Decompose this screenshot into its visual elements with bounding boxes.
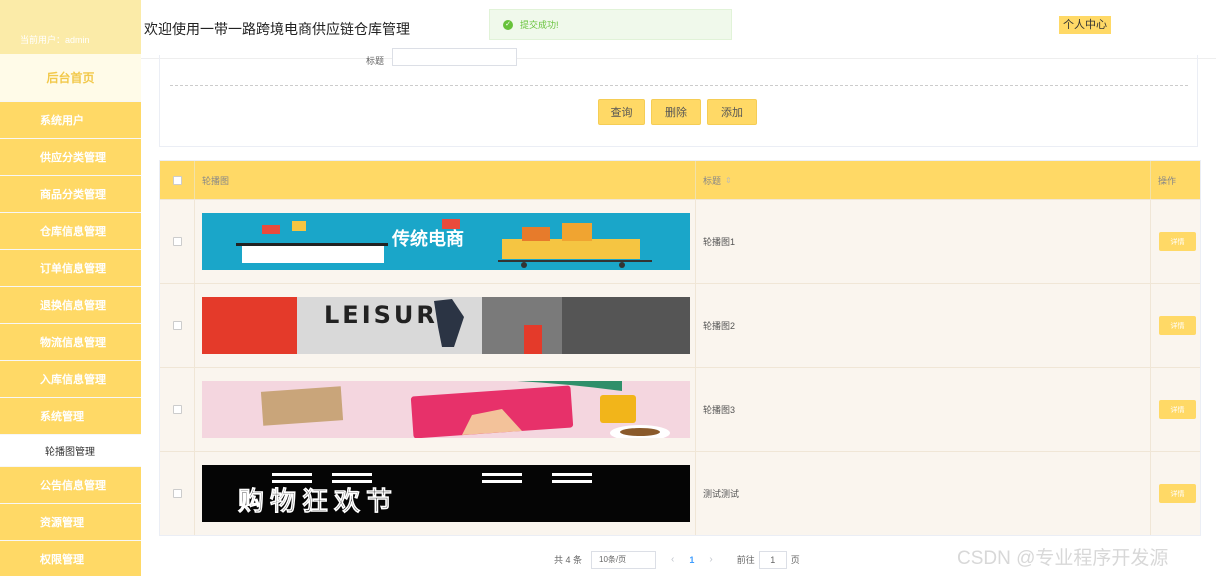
sidebar-item-warehouse[interactable]: 仓库信息管理	[0, 213, 141, 249]
table-row: 轮播图3 详情	[160, 367, 1200, 451]
sidebar-subitem-carousel[interactable]: 轮播图管理	[0, 435, 141, 466]
sidebar-item-orders[interactable]: 订单信息管理	[0, 250, 141, 286]
column-title-label: 标题	[703, 175, 722, 186]
page-size-select[interactable]: 10条/页	[591, 550, 657, 569]
sidebar-item-system-users[interactable]: 系统用户	[0, 102, 141, 138]
row-title: 轮播图3	[696, 368, 1151, 451]
search-title-label: 标题	[366, 56, 385, 66]
total-count: 共 4 条	[554, 555, 583, 565]
main-content: 标题 查询 删除 添加 轮播图 标题 ⇕ 操作 传统电商 轮播图1 详情 LEI…	[141, 48, 1216, 576]
pagination: 共 4 条 10条/页 ‹ 1 › 前往 1 页	[554, 550, 800, 569]
site-title: 欢迎使用一带一路跨境电商供应链仓库管理	[144, 21, 410, 37]
carousel-table: 轮播图 标题 ⇕ 操作 传统电商 轮播图1 详情 LEISURE 轮播图2 详情…	[159, 160, 1201, 536]
row-title: 轮播图2	[696, 284, 1151, 367]
sort-icon[interactable]: ⇕	[725, 176, 732, 185]
prev-page-button[interactable]: ‹	[671, 554, 674, 565]
table-row: LEISURE 轮播图2 详情	[160, 283, 1200, 367]
watermark: CSDN @专业程序开发源	[957, 548, 1169, 569]
app-window: 当前用户：admin 后台首页 系统用户 供应分类管理 商品分类管理 仓库信息管…	[0, 0, 1216, 576]
query-button[interactable]: 查询	[598, 99, 645, 125]
delete-button[interactable]: 删除	[651, 99, 701, 125]
user-info: 当前用户：admin	[0, 0, 141, 54]
detail-button[interactable]: 详情	[1159, 316, 1196, 335]
carousel-image	[202, 381, 690, 438]
add-button[interactable]: 添加	[707, 99, 757, 125]
row-title: 轮播图1	[696, 200, 1151, 283]
row-checkbox[interactable]	[172, 405, 182, 414]
divider	[170, 85, 1188, 86]
column-header-image: 轮播图	[195, 161, 696, 199]
goto-label: 前往	[736, 555, 755, 565]
detail-button[interactable]: 详情	[1159, 400, 1196, 419]
table-row: 购物狂欢节 测试测试 详情	[160, 451, 1200, 535]
sidebar-item-returns[interactable]: 退换信息管理	[0, 287, 141, 323]
sidebar-item-resources[interactable]: 资源管理	[0, 504, 141, 540]
carousel-image: LEISURE	[202, 297, 690, 354]
sidebar-item-supply-category[interactable]: 供应分类管理	[0, 139, 141, 175]
toast-message: 提交成功!	[520, 20, 559, 30]
top-header: 欢迎使用一带一路跨境电商供应链仓库管理 ✓ 提交成功! 个人中心	[141, 0, 1216, 59]
sidebar: 当前用户：admin 后台首页 系统用户 供应分类管理 商品分类管理 仓库信息管…	[0, 0, 141, 576]
next-page-button[interactable]: ›	[709, 554, 712, 565]
sidebar-item-announcements[interactable]: 公告信息管理	[0, 467, 141, 503]
sidebar-item-product-category[interactable]: 商品分类管理	[0, 176, 141, 212]
sidebar-item-inbound[interactable]: 入库信息管理	[0, 361, 141, 397]
sidebar-item-system-management[interactable]: 系统管理	[0, 398, 141, 434]
table-header: 轮播图 标题 ⇕ 操作	[160, 161, 1200, 199]
sidebar-item-logistics[interactable]: 物流信息管理	[0, 324, 141, 360]
success-toast: ✓ 提交成功!	[489, 9, 732, 40]
detail-button[interactable]: 详情	[1159, 484, 1196, 503]
select-all-checkbox[interactable]	[172, 175, 182, 185]
carousel-image: 购物狂欢节	[202, 465, 690, 522]
profile-link[interactable]: 个人中心	[1059, 16, 1111, 34]
column-header-title[interactable]: 标题 ⇕	[696, 161, 1151, 199]
detail-button[interactable]: 详情	[1159, 232, 1196, 251]
page-unit-label: 页	[790, 555, 800, 565]
row-checkbox[interactable]	[172, 321, 182, 330]
search-title-input[interactable]	[392, 48, 517, 66]
search-panel: 标题 查询 删除 添加	[159, 48, 1198, 147]
goto-page-input[interactable]: 1	[758, 550, 787, 569]
current-user-label: 当前用户：admin	[20, 35, 90, 45]
row-title: 测试测试	[696, 452, 1151, 535]
carousel-image-caption: 购物狂欢节	[238, 487, 398, 517]
row-checkbox[interactable]	[172, 237, 182, 246]
sidebar-item-home[interactable]: 后台首页	[0, 54, 141, 101]
check-circle-icon: ✓	[503, 19, 513, 30]
carousel-image: 传统电商	[202, 213, 690, 270]
current-page-number[interactable]: 1	[689, 555, 694, 565]
sidebar-item-permissions[interactable]: 权限管理	[0, 541, 141, 576]
row-checkbox[interactable]	[172, 489, 182, 498]
table-row: 传统电商 轮播图1 详情	[160, 199, 1200, 283]
column-header-actions: 操作	[1158, 175, 1177, 186]
carousel-image-caption: 传统电商	[391, 228, 464, 250]
